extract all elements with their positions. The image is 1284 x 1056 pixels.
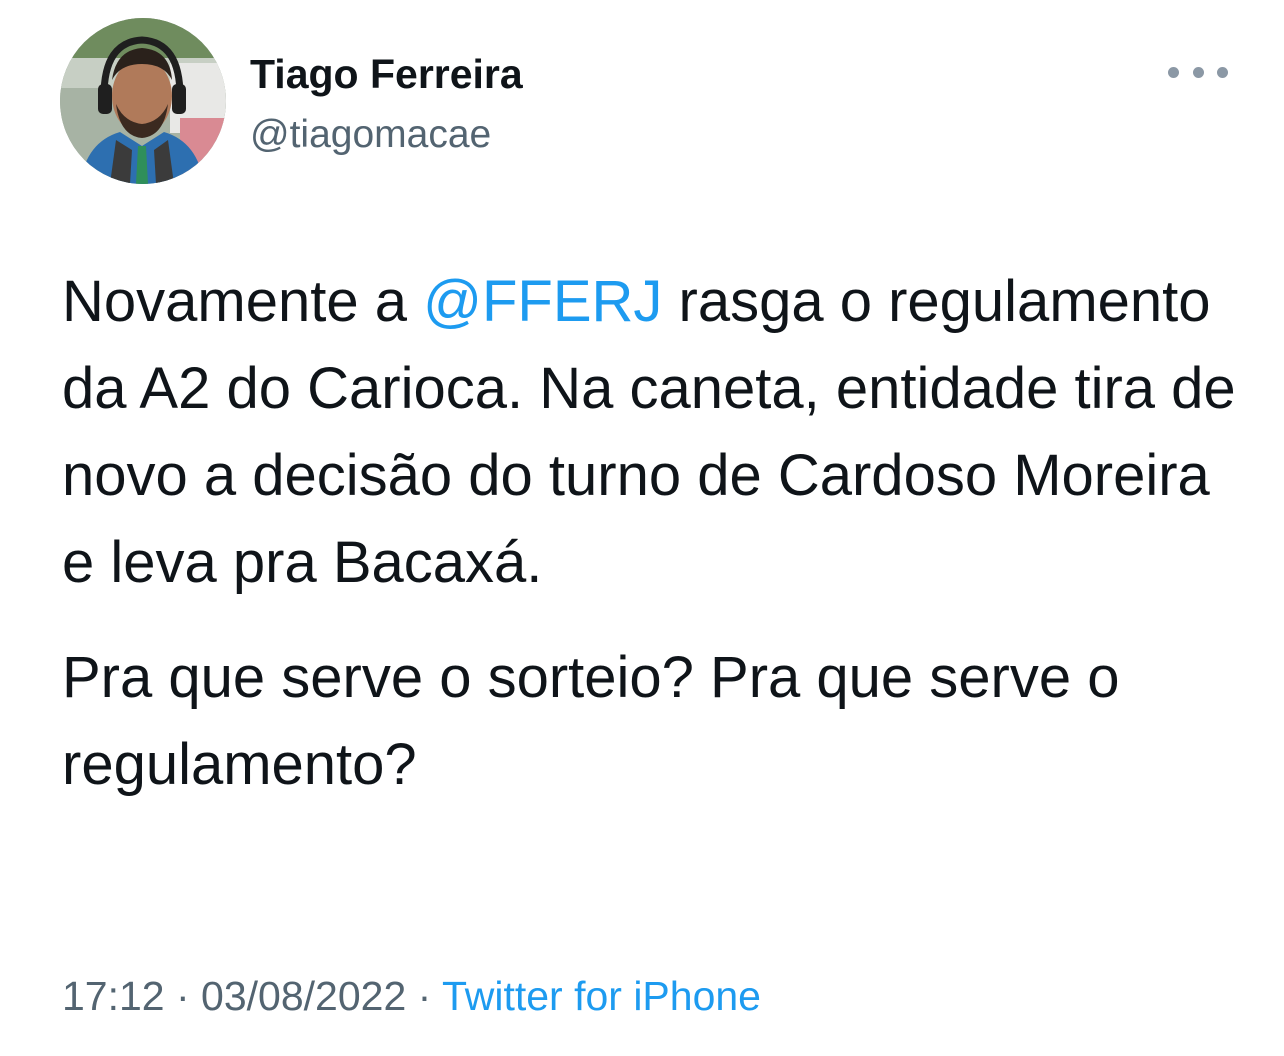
more-options-button[interactable] bbox=[1168, 56, 1228, 88]
tweet-time[interactable]: 17:12 bbox=[62, 973, 165, 1019]
avatar-photo bbox=[60, 18, 226, 184]
tweet-card: Tiago Ferreira @tiagomacae Novamente a @… bbox=[0, 0, 1284, 1056]
tweet-paragraph-2: Pra que serve o sorteio? Pra que serve o… bbox=[62, 645, 1120, 797]
tweet-text-lead: Novamente a bbox=[62, 269, 424, 334]
meta-separator: · bbox=[164, 973, 202, 1019]
tweet-source-link[interactable]: Twitter for iPhone bbox=[442, 973, 761, 1019]
tweet-text: Novamente a @FFERJ rasga o regulamento d… bbox=[62, 258, 1242, 808]
author-name[interactable]: Tiago Ferreira bbox=[250, 48, 523, 100]
tweet-paragraph-1: Novamente a @FFERJ rasga o regulamento d… bbox=[62, 258, 1242, 606]
tweet-metadata: 17:12 · 03/08/2022 · Twitter for iPhone bbox=[62, 968, 761, 1024]
author-avatar[interactable] bbox=[60, 18, 226, 184]
ellipsis-horizontal-icon bbox=[1168, 66, 1179, 78]
ellipsis-dot bbox=[1192, 66, 1204, 78]
ellipsis-dot bbox=[1217, 66, 1228, 78]
meta-separator: · bbox=[406, 973, 442, 1019]
mention-link[interactable]: @FFERJ bbox=[423, 269, 662, 334]
tweet-date[interactable]: 03/08/2022 bbox=[201, 973, 406, 1019]
author-handle[interactable]: @tiagomacae bbox=[250, 110, 491, 160]
